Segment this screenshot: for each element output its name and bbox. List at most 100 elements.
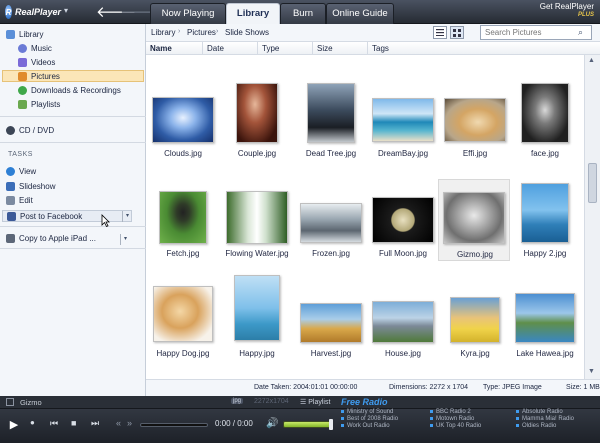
photo-thumbnail[interactable]: Couple.jpg bbox=[222, 83, 292, 169]
task-copy-to-ipad[interactable]: Copy to Apple iPad ... bbox=[6, 234, 96, 243]
task-label: View bbox=[19, 167, 37, 176]
column-size[interactable]: Size bbox=[313, 42, 368, 55]
grid-view-button[interactable] bbox=[450, 26, 464, 39]
playlist-button[interactable]: ☰ Playlist bbox=[300, 398, 330, 406]
breadcrumb-library[interactable]: Library bbox=[151, 28, 175, 37]
previous-icon[interactable]: ⏮ bbox=[50, 418, 58, 429]
scroll-down-icon[interactable]: ▼ bbox=[588, 368, 595, 375]
volume-slider[interactable] bbox=[283, 421, 331, 428]
radio-bullet-icon bbox=[341, 409, 344, 413]
breadcrumb-pictures[interactable]: Pictures bbox=[187, 28, 216, 37]
radio-station[interactable]: Motown Radio bbox=[430, 416, 474, 422]
sidebar-item-videos[interactable]: Videos bbox=[18, 58, 55, 67]
sidebar-item-playlists[interactable]: Playlists bbox=[18, 100, 60, 109]
radio-station[interactable]: Mamma Mia! Radio bbox=[516, 416, 574, 422]
photo-image bbox=[236, 83, 278, 143]
photo-label: Dead Tree.jpg bbox=[305, 149, 357, 158]
radio-station[interactable]: BBC Radio 2 bbox=[430, 409, 471, 415]
tab-now-playing[interactable]: Now Playing bbox=[150, 3, 226, 24]
search-icon[interactable]: ⌕ bbox=[578, 27, 583, 38]
thumbnail-grid: Clouds.jpg Couple.jpg Dead Tree.jpg Drea… bbox=[146, 55, 584, 379]
photo-thumbnail[interactable]: Harvest.jpg bbox=[296, 289, 366, 369]
volume-knob[interactable] bbox=[329, 419, 333, 430]
seek-bar[interactable] bbox=[140, 423, 208, 427]
sidebar-item-downloads[interactable]: Downloads & Recordings bbox=[18, 86, 121, 95]
photo-label: Frozen.jpg bbox=[312, 249, 350, 258]
fast-forward-icon[interactable]: » bbox=[127, 418, 132, 428]
tab-library[interactable]: Library bbox=[226, 3, 280, 25]
column-date[interactable]: Date bbox=[203, 42, 258, 55]
photo-thumbnail[interactable]: Kyra.jpg bbox=[440, 289, 510, 369]
scroll-up-icon[interactable]: ▲ bbox=[588, 57, 595, 64]
task-slideshow[interactable]: Slideshow bbox=[6, 182, 55, 191]
realplayer-logo-icon: R bbox=[5, 5, 12, 19]
facebook-dropdown-button[interactable]: ▾ bbox=[122, 211, 132, 222]
photo-thumbnail[interactable]: Happy 2.jpg bbox=[510, 183, 580, 269]
logo-menu-caret-icon[interactable]: ▾ bbox=[64, 6, 68, 15]
photo-image bbox=[372, 98, 434, 142]
rewind-icon[interactable]: « bbox=[116, 418, 121, 428]
photo-thumbnail[interactable]: Happy.jpg bbox=[222, 275, 292, 369]
photo-thumbnail[interactable]: Clouds.jpg bbox=[148, 89, 218, 169]
sidebar-item-music[interactable]: Music bbox=[18, 44, 52, 53]
radio-station[interactable]: Work Out Radio bbox=[341, 423, 390, 429]
photo-thumbnail-selected[interactable]: Gizmo.jpg bbox=[438, 179, 510, 261]
expand-icon[interactable] bbox=[6, 398, 14, 406]
realplayer-logo[interactable]: R RealPlayer bbox=[5, 5, 61, 19]
sidebar-item-library[interactable]: Library bbox=[6, 30, 43, 39]
radio-station[interactable]: UK Top 40 Radio bbox=[430, 423, 481, 429]
scrollbar-thumb[interactable] bbox=[588, 163, 597, 203]
photo-thumbnail[interactable]: Frozen.jpg bbox=[296, 189, 366, 269]
photo-thumbnail[interactable]: face.jpg bbox=[510, 83, 580, 169]
vertical-scrollbar[interactable]: ▲ ▼ bbox=[584, 55, 600, 379]
device-icon bbox=[6, 234, 15, 243]
task-post-to-facebook[interactable]: Post to Facebook bbox=[2, 210, 132, 222]
photo-thumbnail[interactable]: Fetch.jpg bbox=[148, 189, 218, 269]
sidebar-item-cd-dvd[interactable]: CD / DVD bbox=[6, 126, 54, 135]
breadcrumb-slide-shows[interactable]: Slide Shows bbox=[225, 28, 269, 37]
radio-station[interactable]: Ministry of Sound bbox=[341, 409, 393, 415]
free-radio-title[interactable]: Free Radio bbox=[341, 397, 388, 407]
radio-station[interactable]: Absolute Radio bbox=[516, 409, 563, 415]
tab-online-guide[interactable]: Online Guide bbox=[326, 3, 394, 24]
photo-thumbnail[interactable]: Happy Dog.jpg bbox=[148, 286, 218, 369]
radio-station[interactable]: Best of 2008 Radio bbox=[341, 416, 398, 422]
column-tags[interactable]: Tags bbox=[368, 42, 584, 55]
photo-image bbox=[234, 275, 280, 341]
photo-thumbnail[interactable]: Effi.jpg bbox=[440, 89, 510, 169]
photo-label: House.jpg bbox=[384, 349, 422, 358]
column-name[interactable]: Name bbox=[146, 42, 203, 55]
list-view-button[interactable] bbox=[433, 26, 447, 39]
copy-dropdown-button[interactable]: ▾ bbox=[120, 234, 130, 245]
next-icon[interactable]: ⏭ bbox=[91, 418, 99, 429]
column-type[interactable]: Type bbox=[258, 42, 313, 55]
stop-square-icon[interactable]: ■ bbox=[71, 418, 76, 428]
radio-label: Motown Radio bbox=[436, 416, 475, 422]
breadcrumb: Library › Pictures › Slide Shows ⌕ bbox=[146, 24, 600, 42]
info-dimensions: Dimensions: 2272 x 1704 bbox=[389, 384, 468, 391]
tab-burn[interactable]: Burn bbox=[280, 3, 326, 24]
get-realplayer-plus-link[interactable]: Get RealPlayer PLUS bbox=[540, 3, 594, 19]
sidebar-item-label: CD / DVD bbox=[19, 126, 55, 135]
stop-icon[interactable]: ● bbox=[30, 418, 35, 427]
search-input[interactable] bbox=[480, 25, 592, 40]
task-edit[interactable]: Edit bbox=[6, 196, 33, 205]
task-view[interactable]: View bbox=[6, 167, 36, 176]
radio-station[interactable]: Oldies Radio bbox=[516, 423, 556, 429]
radio-bullet-icon bbox=[430, 409, 433, 413]
photo-thumbnail[interactable]: Dead Tree.jpg bbox=[296, 83, 366, 169]
library-icon bbox=[6, 30, 15, 39]
radio-bullet-icon bbox=[341, 416, 344, 420]
photo-thumbnail[interactable]: Lake Hawea.jpg bbox=[510, 289, 580, 369]
play-button[interactable]: ▶ bbox=[7, 417, 21, 431]
column-header: Name Date Type Size Tags bbox=[146, 42, 600, 55]
photo-image bbox=[153, 286, 213, 342]
photo-thumbnail[interactable]: Flowing Water.jpg bbox=[222, 189, 292, 269]
music-icon bbox=[18, 44, 27, 53]
photo-label: Couple.jpg bbox=[237, 149, 277, 158]
sidebar-item-pictures[interactable]: Pictures bbox=[2, 70, 144, 82]
speaker-icon[interactable]: 🔊 bbox=[266, 418, 278, 429]
photo-thumbnail[interactable]: House.jpg bbox=[368, 289, 438, 369]
photo-thumbnail[interactable]: DreamBay.jpg bbox=[368, 89, 438, 169]
photo-thumbnail[interactable]: Full Moon.jpg bbox=[368, 189, 438, 269]
